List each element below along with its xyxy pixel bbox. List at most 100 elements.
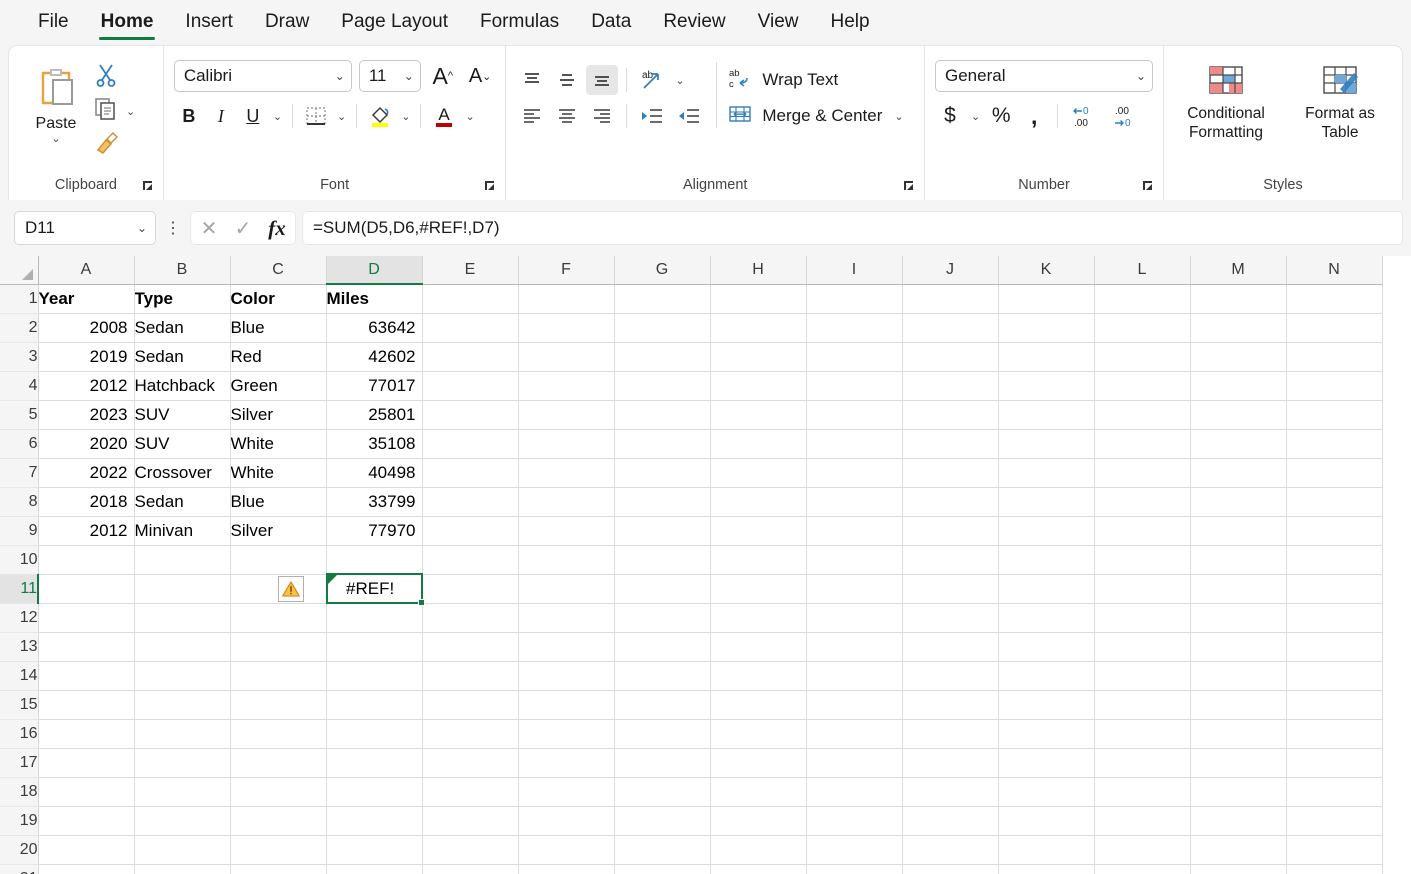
cell-A8[interactable]: 2018 [38,487,134,516]
cell-J8[interactable] [902,487,998,516]
cell-M1[interactable] [1190,284,1286,313]
cell-H1[interactable] [710,284,806,313]
cell-K21[interactable] [998,864,1094,874]
cell-B1[interactable]: Type [134,284,230,313]
cell-F21[interactable] [518,864,614,874]
copy-button[interactable] [93,96,119,127]
cell-C18[interactable] [230,777,326,806]
row-header-17[interactable]: 17 [0,748,38,777]
cell-I21[interactable] [806,864,902,874]
cell-K14[interactable] [998,661,1094,690]
cell-J11[interactable] [902,574,998,603]
cell-D16[interactable] [326,719,422,748]
cell-D7[interactable]: 40498 [326,458,422,487]
increase-font-size-button[interactable]: A^ [428,61,458,91]
cell-I20[interactable] [806,835,902,864]
cell-G5[interactable] [614,400,710,429]
decrease-decimal-button[interactable]: .00 0 [1107,101,1145,131]
cell-C9[interactable]: Silver [230,516,326,545]
cell-A9[interactable]: 2012 [38,516,134,545]
cell-H6[interactable] [710,429,806,458]
chevron-down-icon[interactable]: ⌄ [462,110,477,123]
format-painter-button[interactable] [93,130,138,160]
cell-I19[interactable] [806,806,902,835]
cell-H7[interactable] [710,458,806,487]
tab-file[interactable]: File [22,7,85,39]
cell-D1[interactable]: Miles [326,284,422,313]
cell-A10[interactable] [38,545,134,574]
cell-N10[interactable] [1286,545,1382,574]
font-dialog-launcher-icon[interactable] [483,179,497,193]
cell-N6[interactable] [1286,429,1382,458]
cell-F12[interactable] [518,603,614,632]
merge-center-button[interactable]: Merge & Center ⌄ [727,101,906,132]
cell-I14[interactable] [806,661,902,690]
column-header-G[interactable]: G [614,256,710,284]
cell-L21[interactable] [1094,864,1190,874]
cell-J4[interactable] [902,371,998,400]
cell-D2[interactable]: 63642 [326,313,422,342]
cell-L5[interactable] [1094,400,1190,429]
cell-K17[interactable] [998,748,1094,777]
cell-H13[interactable] [710,632,806,661]
chevron-down-icon[interactable]: ⌄ [891,110,906,123]
cell-J2[interactable] [902,313,998,342]
column-header-B[interactable]: B [134,256,230,284]
cell-H9[interactable] [710,516,806,545]
cell-J3[interactable] [902,342,998,371]
formula-bar-options-icon[interactable]: ⋮ [162,218,184,238]
decrease-indent-button[interactable] [635,101,669,131]
italic-button[interactable]: I [206,101,236,131]
tab-view[interactable]: View [742,7,815,39]
cell-G3[interactable] [614,342,710,371]
row-header-16[interactable]: 16 [0,719,38,748]
cell-I2[interactable] [806,313,902,342]
cell-N4[interactable] [1286,371,1382,400]
tab-draw[interactable]: Draw [249,7,325,39]
cell-F4[interactable] [518,371,614,400]
cell-C12[interactable] [230,603,326,632]
row-header-9[interactable]: 9 [0,516,38,545]
cell-H2[interactable] [710,313,806,342]
cell-E11[interactable] [422,574,518,603]
tab-help[interactable]: Help [814,7,885,39]
cell-F5[interactable] [518,400,614,429]
cell-H16[interactable] [710,719,806,748]
cell-C13[interactable] [230,632,326,661]
cell-L13[interactable] [1094,632,1190,661]
cell-A2[interactable]: 2008 [38,313,134,342]
chevron-down-icon[interactable]: ⌄ [968,110,983,123]
cell-D17[interactable] [326,748,422,777]
cell-F13[interactable] [518,632,614,661]
column-header-C[interactable]: C [230,256,326,284]
cell-E7[interactable] [422,458,518,487]
align-left-button[interactable] [516,101,548,131]
cell-E5[interactable] [422,400,518,429]
cell-K12[interactable] [998,603,1094,632]
cell-D20[interactable] [326,835,422,864]
cell-A16[interactable] [38,719,134,748]
cell-D6[interactable]: 35108 [326,429,422,458]
cell-L8[interactable] [1094,487,1190,516]
cell-J20[interactable] [902,835,998,864]
cell-F19[interactable] [518,806,614,835]
cell-N21[interactable] [1286,864,1382,874]
cell-F3[interactable] [518,342,614,371]
cell-I8[interactable] [806,487,902,516]
cell-G13[interactable] [614,632,710,661]
cell-M21[interactable] [1190,864,1286,874]
align-right-button[interactable] [586,101,618,131]
row-header-8[interactable]: 8 [0,487,38,516]
cell-E6[interactable] [422,429,518,458]
cell-G17[interactable] [614,748,710,777]
cell-K7[interactable] [998,458,1094,487]
cell-F9[interactable] [518,516,614,545]
cell-N19[interactable] [1286,806,1382,835]
cell-C8[interactable]: Blue [230,487,326,516]
cell-E2[interactable] [422,313,518,342]
comma-style-button[interactable]: , [1019,101,1049,131]
cell-J21[interactable] [902,864,998,874]
cell-E19[interactable] [422,806,518,835]
cell-L19[interactable] [1094,806,1190,835]
cell-K6[interactable] [998,429,1094,458]
